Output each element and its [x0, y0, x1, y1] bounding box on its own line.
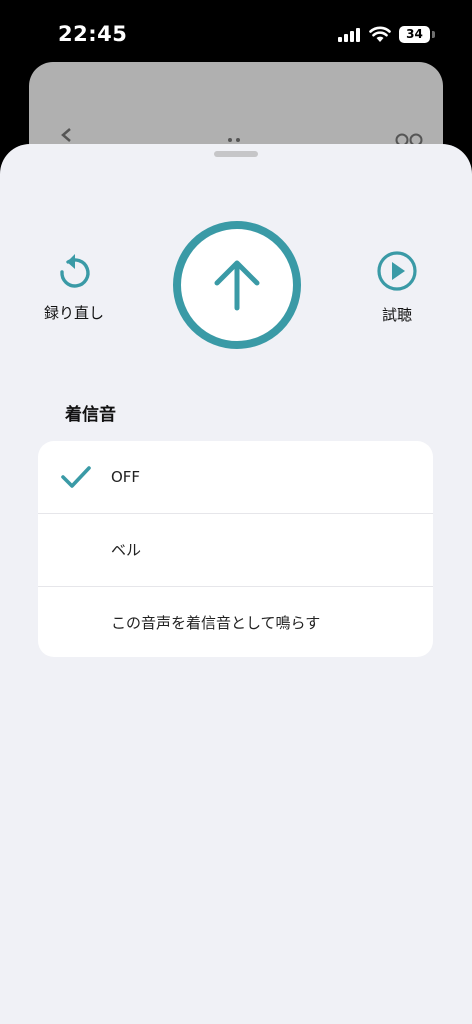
title-dots-icon [228, 138, 240, 142]
preview-label: 試聴 [381, 306, 412, 324]
status-bar: 22:45 34 [0, 0, 472, 64]
ringtone-option-label: この音声を着信音として鳴らす [111, 614, 321, 632]
sheet-grabber[interactable] [214, 151, 258, 157]
preview-button[interactable]: 試聴 [347, 250, 447, 325]
ringtone-section-title: 着信音 [65, 405, 116, 425]
ringtone-options-list: OFF ベル この音声を着信音として鳴らす [38, 441, 433, 657]
retake-button[interactable]: 録り直し [24, 250, 124, 323]
battery-tip [432, 31, 435, 38]
ringtone-option-label: OFF [111, 468, 141, 486]
ringtone-option-custom-voice[interactable]: この音声を着信音として鳴らす [38, 586, 433, 657]
ringtone-option-label: ベル [111, 541, 142, 559]
wifi-icon [369, 26, 391, 42]
chevron-left-icon [61, 128, 71, 142]
upload-button[interactable] [172, 220, 302, 350]
ringtone-option-bell[interactable]: ベル [38, 513, 433, 586]
battery-icon: 34 [399, 26, 430, 43]
ringtone-sheet: 録り直し 試聴 着信音 OFF ベル この音声を着信音として鳴らす [0, 144, 472, 1024]
screen: 22:45 34 録り直し 試聴 着信音 OFF ベル この音声を着信音として鳴… [0, 0, 472, 1024]
status-time: 22:45 [58, 22, 128, 46]
rotate-ccw-icon [60, 254, 90, 288]
retake-label: 録り直し [43, 304, 104, 322]
cellular-signal-icon [338, 28, 362, 42]
ringtone-option-off[interactable]: OFF [38, 441, 433, 513]
checkmark-icon [61, 466, 91, 488]
play-circle-icon [377, 251, 417, 291]
